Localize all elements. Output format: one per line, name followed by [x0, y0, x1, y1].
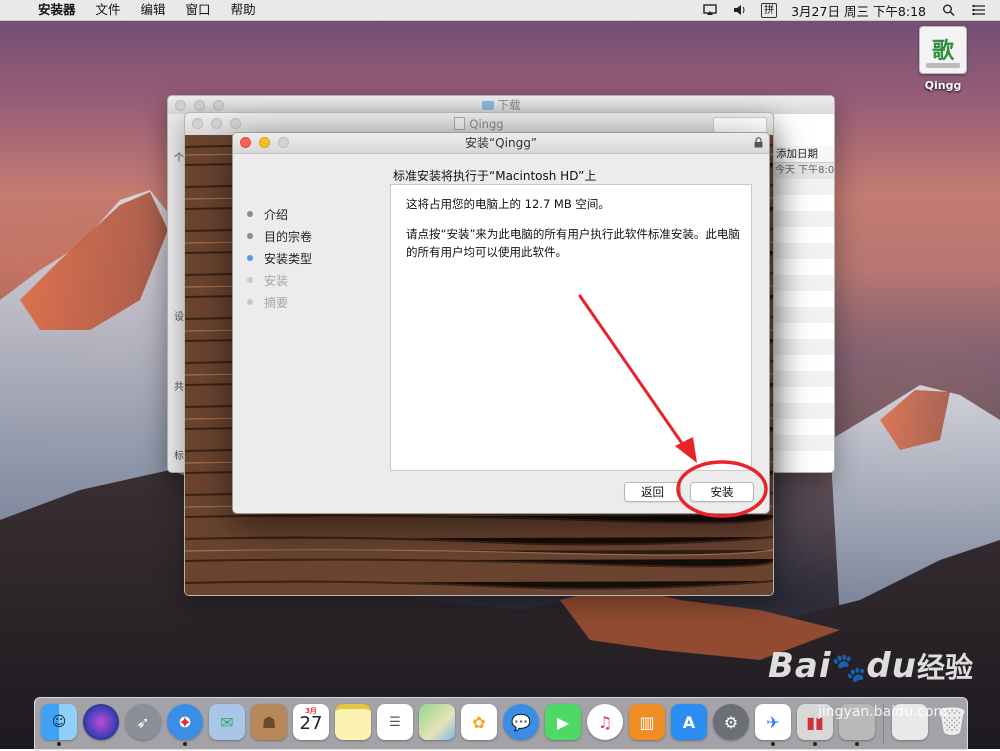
zoom-button[interactable]: [278, 137, 289, 148]
window-title: Qingg: [469, 117, 504, 131]
close-button[interactable]: [175, 100, 186, 111]
ibooks-icon[interactable]: ▥: [629, 704, 665, 740]
desktop-drive-qingg[interactable]: 歌 Qingg: [915, 26, 971, 92]
contacts-icon[interactable]: ☗: [251, 704, 287, 740]
installer-titlebar[interactable]: 安装“Qingg”: [233, 133, 769, 154]
step-label: 安装类型: [264, 251, 313, 266]
back-button[interactable]: 返回: [624, 482, 681, 502]
sidebar-heading: 共: [174, 382, 184, 393]
step-label: 介绍: [264, 207, 289, 222]
input-method-icon[interactable]: 拼: [761, 2, 778, 18]
baidu-jingyan-watermark: Bai🐾du经验 jingyan.baidu.com: [768, 646, 973, 720]
disk-space-text: 这将占用您的电脑上的 12.7 MB 空间。: [406, 197, 610, 211]
installer-window[interactable]: 安装“Qingg” 介绍 目的宗卷 安装类型 安装 摘要 标准安装将执行于“Ma…: [232, 132, 770, 514]
lock-icon: [754, 137, 763, 148]
menu-clock[interactable]: 3月27日 周三 下午8:18: [783, 1, 934, 20]
calendar-day: 27: [299, 713, 323, 734]
system-preferences-icon[interactable]: ⚙: [713, 704, 749, 740]
messages-icon[interactable]: 💬: [503, 704, 539, 740]
calendar-icon[interactable]: 3月 27: [293, 704, 329, 740]
watermark-brand2: du: [866, 646, 917, 686]
siri-icon[interactable]: [83, 704, 119, 740]
sidebar-heading: 设: [174, 312, 184, 323]
notification-center-icon[interactable]: [972, 4, 986, 16]
notes-icon[interactable]: [335, 704, 371, 740]
step-bullet: [247, 277, 253, 283]
menu-file[interactable]: 文件: [86, 0, 131, 20]
zoom-button[interactable]: [230, 118, 241, 129]
menu-edit[interactable]: 编辑: [131, 0, 176, 20]
installer-steps: 介绍 目的宗卷 安装类型 安装 摘要: [247, 203, 312, 313]
menu-bar: 安装器 文件 编辑 窗口 帮助 拼 3月27日 周三 下午8:18: [0, 0, 1000, 21]
paw-icon: 🐾: [831, 651, 867, 684]
menu-help[interactable]: 帮助: [221, 0, 266, 20]
volume-icon[interactable]: [733, 4, 747, 16]
step-destination: 目的宗卷: [247, 225, 312, 247]
step-install: 安装: [247, 269, 312, 291]
airplay-icon[interactable]: [703, 4, 717, 16]
photos-icon[interactable]: ✿: [461, 704, 497, 740]
step-label: 安装: [264, 273, 289, 288]
step-bullet: [247, 211, 253, 217]
app-store-icon[interactable]: A: [671, 704, 707, 740]
drive-label: Qingg: [924, 79, 962, 92]
maps-icon[interactable]: [419, 704, 455, 740]
reminders-icon[interactable]: ☰: [377, 704, 413, 740]
feishu-icon[interactable]: ✈: [755, 704, 791, 746]
install-description-text: 请点按“安装”来为此电脑的所有用户执行此软件标准安装。此电脑的所有用户均可以使用…: [406, 227, 740, 259]
installer-heading: 标准安装将执行于“Macintosh HD”上: [393, 169, 597, 183]
step-bullet: [247, 299, 253, 305]
install-button[interactable]: 安装: [690, 482, 754, 502]
minimize-button[interactable]: [211, 118, 222, 129]
column-header-date-added[interactable]: 添加日期: [772, 146, 834, 163]
close-button[interactable]: [240, 137, 251, 148]
step-bullet: [247, 233, 253, 239]
step-bullet: [247, 255, 253, 261]
folder-icon: [481, 101, 494, 110]
sidebar-heading: 个: [174, 153, 184, 164]
search-field[interactable]: [713, 117, 767, 133]
watermark-url: jingyan.baidu.com: [818, 704, 948, 720]
sidebar-heading: 标: [174, 451, 184, 462]
minimize-button[interactable]: [259, 137, 270, 148]
watermark-brand: Bai: [768, 646, 832, 686]
minimize-button[interactable]: [194, 100, 205, 111]
step-intro: 介绍: [247, 203, 312, 225]
safari-icon[interactable]: ✦: [167, 704, 203, 746]
disk-image-icon: 歌: [919, 26, 967, 74]
step-installation-type: 安装类型: [247, 247, 312, 269]
mail-icon[interactable]: ✉: [209, 704, 245, 740]
watermark-cn: 经验: [916, 651, 973, 684]
installer-title: 安装“Qingg”: [464, 136, 538, 150]
table-row[interactable]: 今天 下午8:02: [772, 163, 834, 179]
document-icon: [454, 117, 466, 130]
file-list[interactable]: 添加日期 今天 下午8:02: [772, 114, 834, 472]
step-label: 目的宗卷: [264, 229, 313, 244]
facetime-icon[interactable]: ▶: [545, 704, 581, 740]
spotlight-search-icon[interactable]: [942, 4, 956, 16]
drive-glyph: 歌: [932, 39, 955, 64]
menu-app-name[interactable]: 安装器: [28, 0, 86, 20]
itunes-icon[interactable]: ♫: [587, 704, 623, 740]
installer-content-pane: 这将占用您的电脑上的 12.7 MB 空间。 请点按“安装”来为此电脑的所有用户…: [390, 184, 752, 471]
launchpad-icon[interactable]: ➶: [125, 704, 161, 740]
finder-icon[interactable]: ☺: [41, 704, 77, 746]
step-label: 摘要: [264, 295, 289, 310]
window-title: 下载: [497, 98, 521, 112]
zoom-button[interactable]: [213, 100, 224, 111]
close-button[interactable]: [192, 118, 203, 129]
step-summary: 摘要: [247, 291, 312, 313]
menu-window[interactable]: 窗口: [176, 0, 221, 20]
